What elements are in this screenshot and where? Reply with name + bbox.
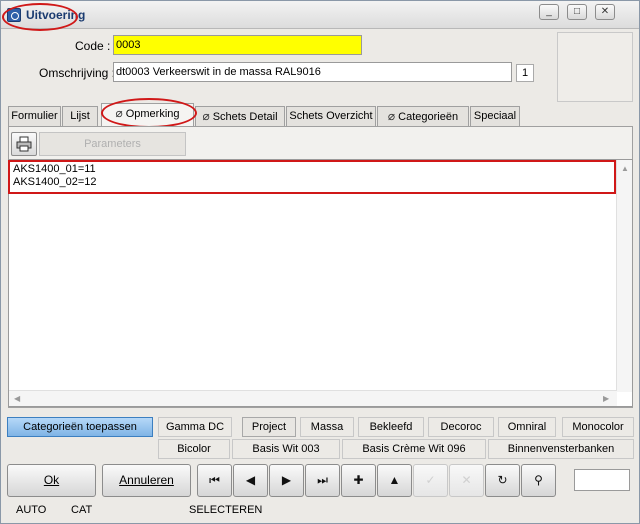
binoculars-icon[interactable]: ⚲ xyxy=(521,464,556,497)
tab-categorieen[interactable]: ⌀ Categorieën xyxy=(377,106,469,126)
code-label: Code : xyxy=(75,39,111,53)
move-up-icon[interactable]: ▲ xyxy=(377,464,412,497)
tab-opmerking[interactable]: ⌀ Opmerking xyxy=(101,103,194,127)
refresh-icon[interactable]: ↻ xyxy=(485,464,520,497)
memo-line: AKS1400_02=12 xyxy=(13,176,97,188)
filter-monocolor[interactable]: Monocolor xyxy=(562,417,634,437)
tab-formulier[interactable]: Formulier xyxy=(8,106,61,126)
last-record-icon[interactable]: ⏭ xyxy=(305,464,340,497)
filter-massa[interactable]: Massa xyxy=(300,417,354,437)
paperclip-icon: ⌀ xyxy=(202,109,210,123)
paperclip-icon: ⌀ xyxy=(387,109,396,123)
status-mode: SELECTEREN xyxy=(189,504,263,516)
filter-decoroc[interactable]: Decoroc xyxy=(428,417,494,437)
scroll-right-icon[interactable]: ▶ xyxy=(603,394,609,403)
print-button[interactable] xyxy=(11,132,37,156)
cancel-button[interactable]: Annuleren xyxy=(102,464,191,497)
tab-speciaal[interactable]: Speciaal xyxy=(470,106,520,126)
vertical-scrollbar[interactable]: ▲ xyxy=(616,160,632,392)
horizontal-scrollbar[interactable]: ◀ ▶ xyxy=(9,390,617,406)
filter-bekleefd[interactable]: Bekleefd xyxy=(358,417,424,437)
filter-basis-wit-003[interactable]: Basis Wit 003 xyxy=(232,439,340,459)
filter-gamma-dc[interactable]: Gamma DC xyxy=(158,417,232,437)
tab-schets-detail[interactable]: ⌀ Schets Detail xyxy=(195,106,285,126)
tab-schets-overzicht[interactable]: Schets Overzicht xyxy=(286,106,376,126)
scroll-left-icon[interactable]: ◀ xyxy=(14,394,20,403)
add-record-icon[interactable]: ✚ xyxy=(341,464,376,497)
window-title: Uitvoering xyxy=(26,8,86,22)
minimize-button[interactable]: _ xyxy=(539,4,559,20)
printer-icon xyxy=(16,136,32,152)
ok-button[interactable]: Ok xyxy=(7,464,96,497)
memo-area[interactable]: AKS1400_01=11 AKS1400_02=12 ▲ ◀ ▶ xyxy=(8,159,633,407)
description-count: 1 xyxy=(516,64,534,82)
next-record-icon[interactable]: ▶ xyxy=(269,464,304,497)
status-auto: AUTO xyxy=(16,504,47,516)
maximize-button[interactable]: □ xyxy=(567,4,587,20)
filter-binnenvensterbanken[interactable]: Binnenvensterbanken xyxy=(488,439,634,459)
delete-icon: ✕ xyxy=(449,464,484,497)
status-cat: CAT xyxy=(71,504,93,516)
apply-categories-button[interactable]: Categorieën toepassen xyxy=(7,417,153,437)
filter-basis-creme-wit-096[interactable]: Basis Crème Wit 096 xyxy=(342,439,486,459)
main-window: Uitvoering _ □ ✕ Code : 0003 Omschrijvin… xyxy=(0,0,640,524)
tab-lijst[interactable]: Lijst xyxy=(62,106,98,126)
description-field[interactable]: dt0003 Verkeerswit in de massa RAL9016 xyxy=(113,62,512,82)
paperclip-icon: ⌀ xyxy=(115,106,123,120)
confirm-icon: ✓ xyxy=(413,464,448,497)
memo-line: AKS1400_01=11 xyxy=(13,163,96,175)
parameters-button[interactable]: Parameters xyxy=(39,132,186,156)
title-bar: Uitvoering _ □ ✕ xyxy=(1,1,639,29)
filter-bicolor[interactable]: Bicolor xyxy=(158,439,230,459)
record-indicator xyxy=(574,469,630,491)
filter-omniral[interactable]: Omniral xyxy=(498,417,556,437)
scroll-up-icon[interactable]: ▲ xyxy=(621,164,629,173)
image-panel xyxy=(557,32,633,102)
first-record-icon[interactable]: ⏮ xyxy=(197,464,232,497)
previous-record-icon[interactable]: ◀ xyxy=(233,464,268,497)
close-button[interactable]: ✕ xyxy=(595,4,615,20)
filter-project[interactable]: Project xyxy=(242,417,296,437)
description-label: Omschrijving : xyxy=(39,66,116,80)
code-field[interactable]: 0003 xyxy=(113,35,362,55)
app-icon xyxy=(7,8,21,22)
